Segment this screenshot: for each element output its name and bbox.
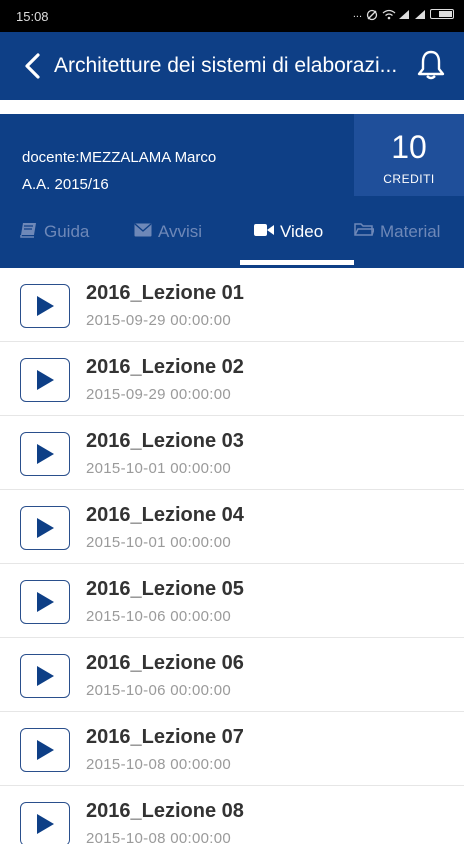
- video-title: 2016_Lezione 05: [86, 578, 244, 600]
- app-bar: Architetture dei sistemi di elaborazi...: [0, 32, 464, 110]
- teacher-name: docente:MEZZALAMA Marco: [22, 149, 217, 166]
- signal-icon: [398, 9, 410, 19]
- video-date: 2015-10-06 00:00:00: [86, 608, 231, 625]
- status-indicators: ...: [352, 8, 454, 21]
- play-icon[interactable]: [20, 802, 70, 844]
- video-date: 2015-10-06 00:00:00: [86, 682, 231, 699]
- list-item[interactable]: 2016_Lezione 08 2015-10-08 00:00:00: [0, 786, 464, 844]
- video-date: 2015-09-29 00:00:00: [86, 312, 231, 329]
- course-info: docente:MEZZALAMA Marco A.A. 2015/16: [22, 144, 216, 198]
- tab-bar: Guida Avvisi Video Material: [0, 196, 464, 268]
- signal-icon-2: [414, 9, 426, 19]
- tab-avvisi[interactable]: Avvisi: [134, 212, 202, 252]
- battery-icon: [430, 9, 454, 19]
- tab-label-materiale: Material: [380, 222, 441, 241]
- video-title: 2016_Lezione 02: [86, 356, 244, 378]
- list-item[interactable]: 2016_Lezione 06 2015-10-06 00:00:00: [0, 638, 464, 712]
- tab-video[interactable]: Video: [254, 212, 323, 252]
- video-date: 2015-09-29 00:00:00: [86, 386, 231, 403]
- wifi-icon: [382, 9, 396, 20]
- video-date: 2015-10-01 00:00:00: [86, 460, 231, 477]
- play-icon[interactable]: [20, 506, 70, 550]
- academic-year: A.A. 2015/16: [22, 176, 109, 193]
- play-icon[interactable]: [20, 580, 70, 624]
- tab-label-video: Video: [280, 222, 324, 241]
- video-title: 2016_Lezione 01: [86, 282, 244, 304]
- bell-icon[interactable]: [412, 46, 450, 84]
- status-time: 15:08: [16, 9, 49, 24]
- back-arrow-icon[interactable]: [14, 48, 50, 84]
- list-item[interactable]: 2016_Lezione 03 2015-10-01 00:00:00: [0, 416, 464, 490]
- credits-label: CREDITI: [383, 172, 435, 186]
- list-item[interactable]: 2016_Lezione 07 2015-10-08 00:00:00: [0, 712, 464, 786]
- course-header: docente:MEZZALAMA Marco A.A. 2015/16 10 …: [0, 114, 464, 268]
- list-item[interactable]: 2016_Lezione 02 2015-09-29 00:00:00: [0, 342, 464, 416]
- play-icon[interactable]: [20, 432, 70, 476]
- video-title: 2016_Lezione 06: [86, 652, 244, 674]
- video-list: 2016_Lezione 01 2015-09-29 00:00:00 2016…: [0, 268, 464, 844]
- folder-icon: [354, 222, 376, 242]
- video-date: 2015-10-08 00:00:00: [86, 756, 231, 773]
- play-icon[interactable]: [20, 728, 70, 772]
- tab-label-avvisi: Avvisi: [158, 222, 203, 241]
- alarm-icon: [366, 9, 378, 21]
- video-title: 2016_Lezione 04: [86, 504, 244, 526]
- status-dots: ...: [352, 8, 362, 20]
- list-item[interactable]: 2016_Lezione 04 2015-10-01 00:00:00: [0, 490, 464, 564]
- play-icon[interactable]: [20, 284, 70, 328]
- book-icon: [20, 222, 38, 243]
- envelope-icon: [134, 222, 152, 242]
- list-item[interactable]: 2016_Lezione 05 2015-10-06 00:00:00: [0, 564, 464, 638]
- status-bar: 15:08 ...: [0, 0, 464, 32]
- list-item[interactable]: 2016_Lezione 01 2015-09-29 00:00:00: [0, 268, 464, 342]
- video-camera-icon: [254, 222, 274, 242]
- play-icon[interactable]: [20, 358, 70, 402]
- video-title: 2016_Lezione 08: [86, 800, 244, 822]
- video-date: 2015-10-01 00:00:00: [86, 534, 231, 551]
- credits-value: 10: [391, 129, 427, 165]
- video-title: 2016_Lezione 07: [86, 726, 244, 748]
- video-date: 2015-10-08 00:00:00: [86, 830, 231, 844]
- credits-box: 10 CREDITI: [354, 114, 464, 196]
- active-tab-indicator: [240, 260, 354, 265]
- page-title: Architetture dei sistemi di elaborazi...: [54, 54, 398, 77]
- tab-materiale[interactable]: Material: [354, 212, 440, 252]
- tab-label-guida: Guida: [44, 222, 90, 241]
- play-icon[interactable]: [20, 654, 70, 698]
- video-title: 2016_Lezione 03: [86, 430, 244, 452]
- tab-guida[interactable]: Guida: [20, 212, 89, 252]
